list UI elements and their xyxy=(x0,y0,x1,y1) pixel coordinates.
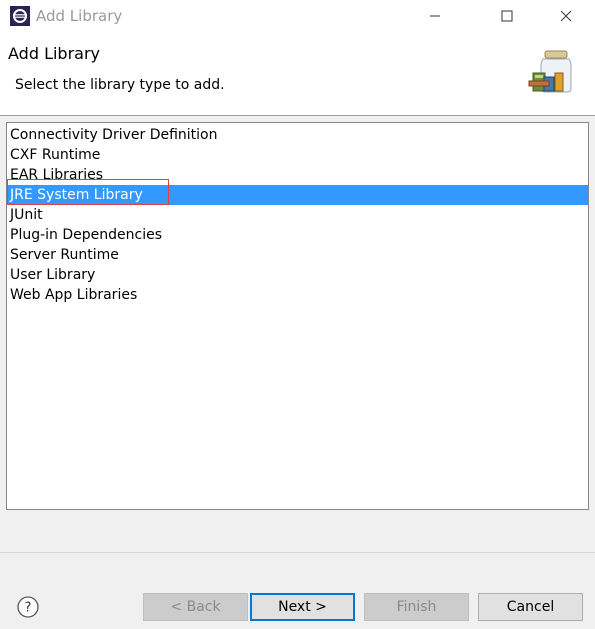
list-item[interactable]: CXF Runtime xyxy=(7,145,588,165)
next-button[interactable]: Next > xyxy=(250,593,355,621)
list-item[interactable]: Server Runtime xyxy=(7,245,588,265)
footer-separator xyxy=(0,552,595,553)
library-type-list[interactable]: Connectivity Driver Definition CXF Runti… xyxy=(6,122,589,510)
help-icon[interactable]: ? xyxy=(17,596,39,618)
window-title: Add Library xyxy=(36,7,123,25)
list-item[interactable]: EAR Libraries xyxy=(7,165,588,185)
cancel-button[interactable]: Cancel xyxy=(478,593,583,621)
list-item[interactable]: Connectivity Driver Definition xyxy=(7,125,588,145)
list-item[interactable]: Plug-in Dependencies xyxy=(7,225,588,245)
list-item[interactable]: JUnit xyxy=(7,205,588,225)
maximize-button[interactable] xyxy=(484,0,530,32)
page-description: Select the library type to add. xyxy=(15,77,225,93)
eclipse-icon xyxy=(10,6,30,26)
list-item[interactable]: Web App Libraries xyxy=(7,285,588,305)
maximize-icon xyxy=(501,10,513,22)
page-title: Add Library xyxy=(8,44,101,63)
library-jar-icon xyxy=(528,50,572,93)
svg-text:?: ? xyxy=(25,601,32,616)
list-item-selected[interactable]: JRE System Library xyxy=(7,185,588,205)
back-button[interactable]: < Back xyxy=(143,593,248,621)
title-bar: Add Library xyxy=(0,0,595,34)
minimize-button[interactable] xyxy=(412,0,458,32)
close-button[interactable] xyxy=(543,0,589,32)
finish-button[interactable]: Finish xyxy=(364,593,469,621)
minimize-icon xyxy=(430,15,440,17)
close-icon xyxy=(560,10,572,22)
list-item[interactable]: User Library xyxy=(7,265,588,285)
